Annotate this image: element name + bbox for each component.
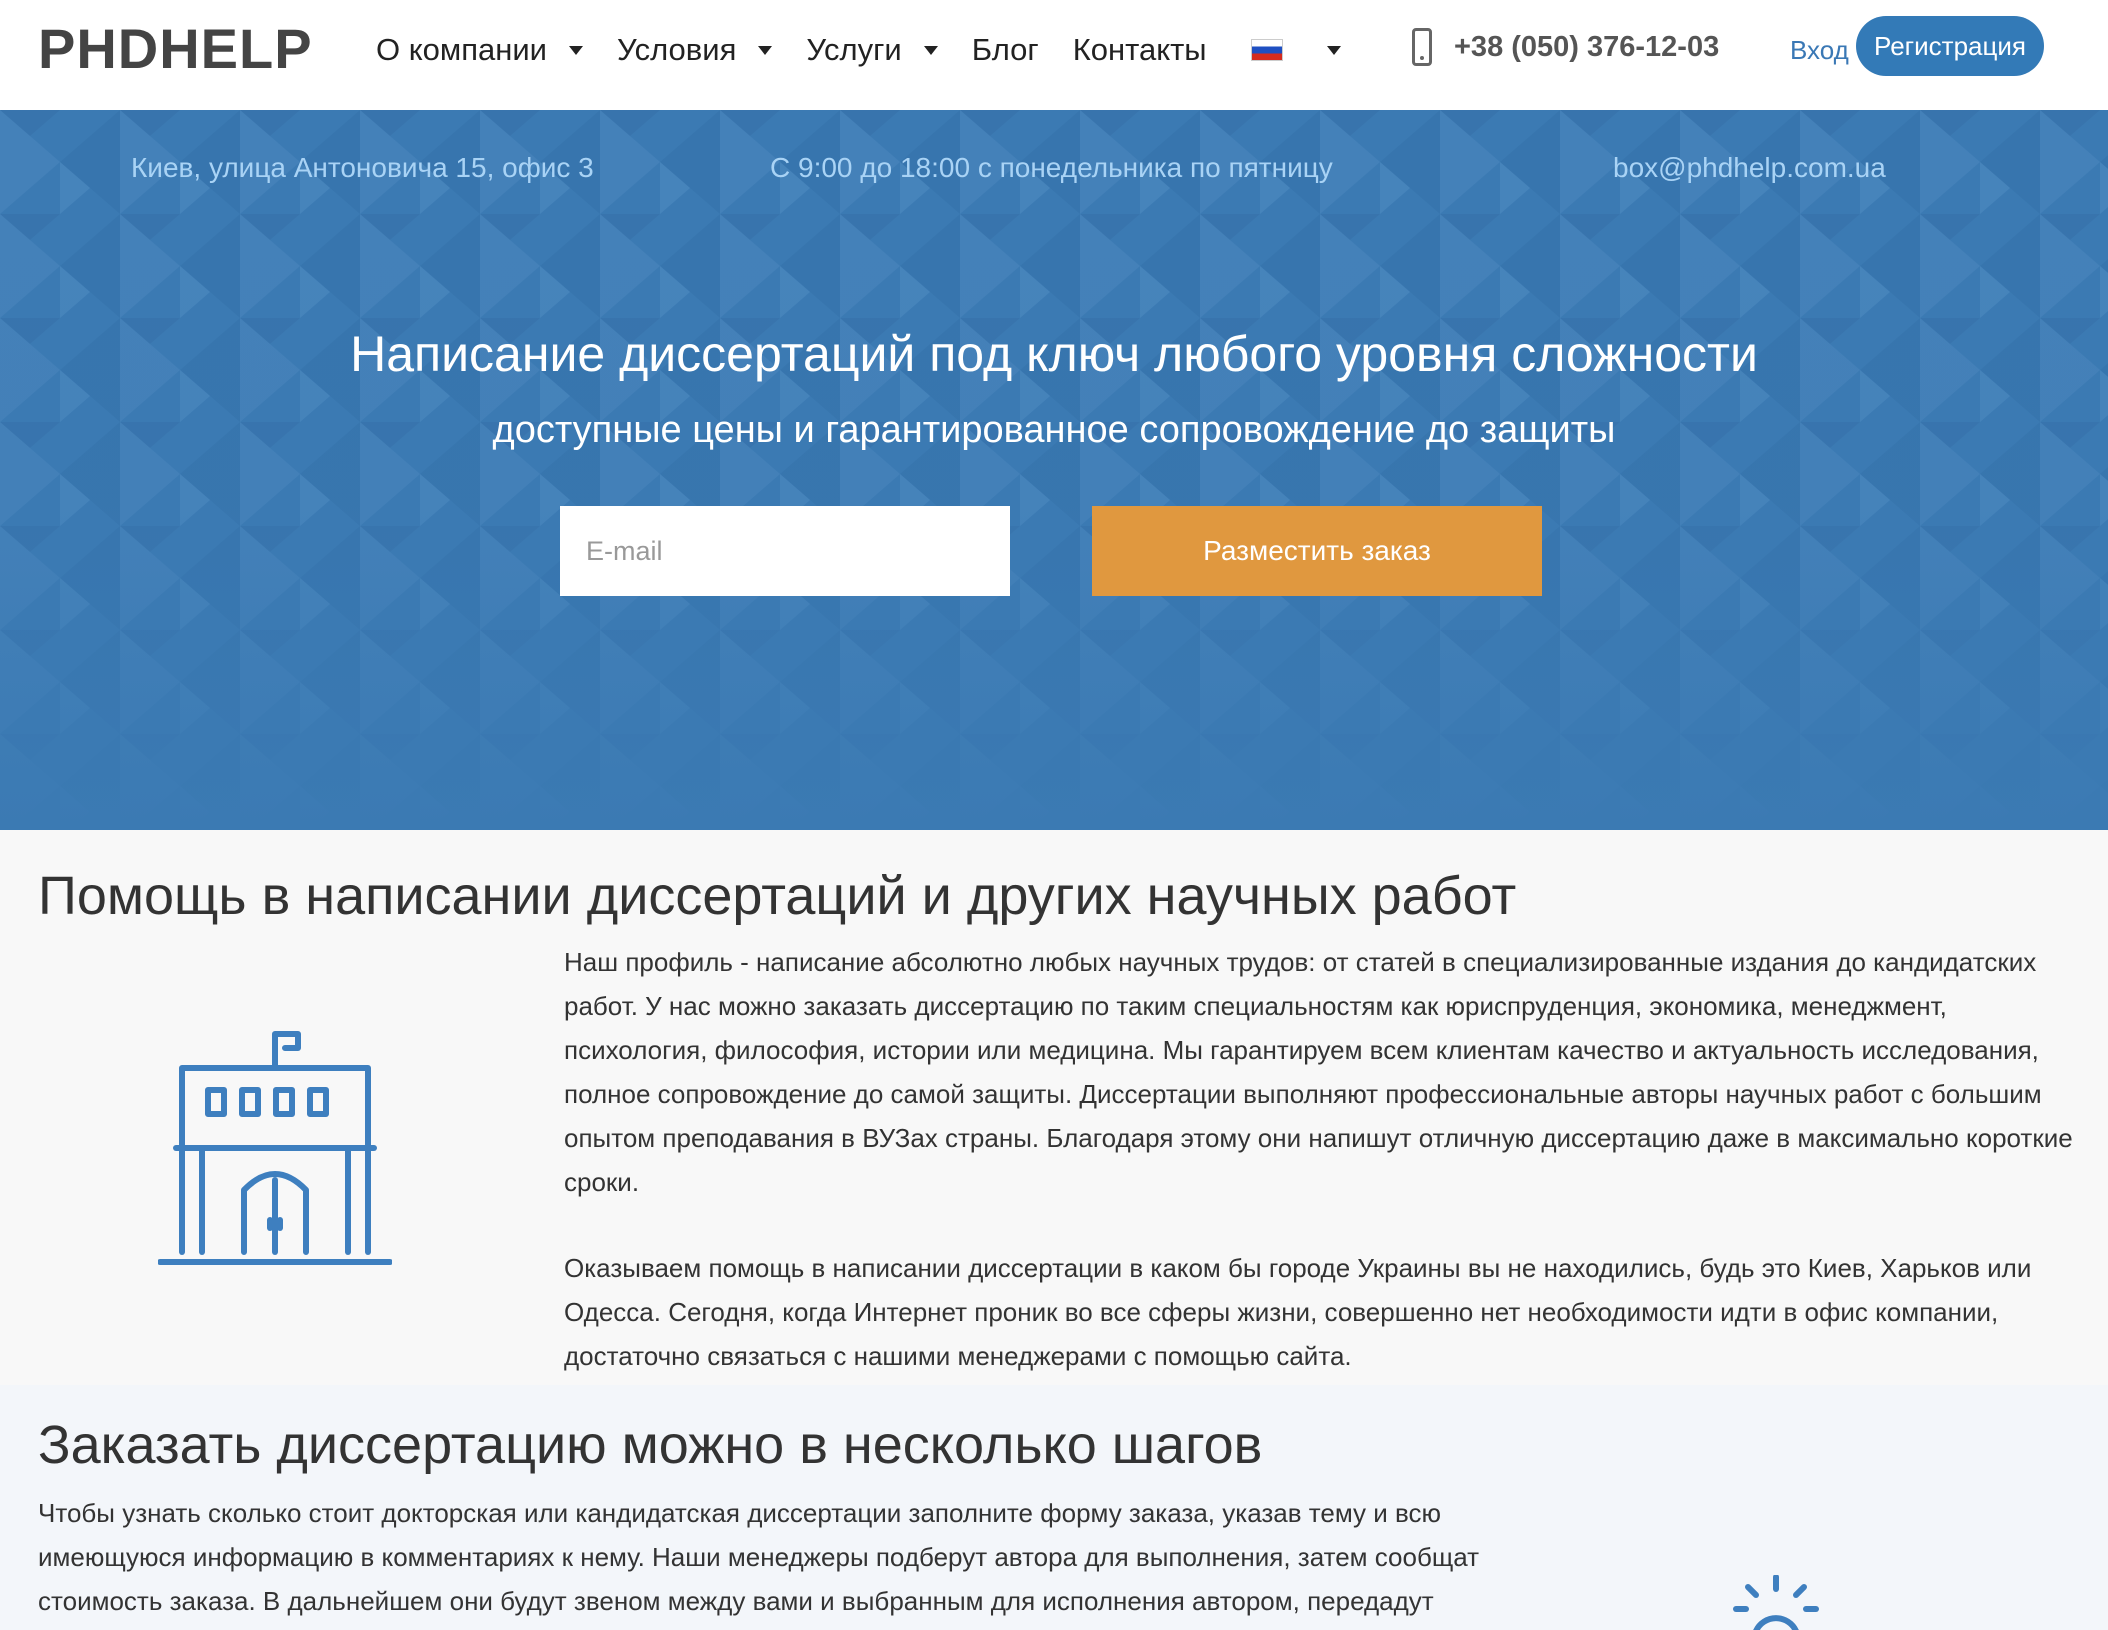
- hero-title: Написание диссертаций под ключ любого ур…: [350, 326, 1758, 382]
- section-heading: Заказать диссертацию можно в несколько ш…: [38, 1415, 1263, 1475]
- steps-paragraph: Чтобы узнать сколько стоит докторская ил…: [38, 1498, 1480, 1616]
- hero-banner: Киев, улица Антоновича 15, офис 3 С 9:00…: [0, 110, 2108, 830]
- nav-item-contacts[interactable]: Контакты: [1073, 30, 1207, 70]
- nav-item-services[interactable]: Услуги: [806, 30, 938, 70]
- nav-item-blog[interactable]: Блог: [972, 30, 1039, 70]
- triangle-pattern-background: [0, 110, 2108, 830]
- caret-down-icon: [923, 45, 938, 55]
- site-header: PHDHELP О компании Условия Услуги Блог К…: [0, 0, 2108, 110]
- header-phone[interactable]: +38 (050) 376-12-03: [1412, 24, 1719, 70]
- nav-item-label: О компании: [376, 32, 547, 67]
- about-text: Наш профиль - написание абсолютно любых …: [564, 940, 2084, 1378]
- language-selector[interactable]: [1247, 39, 1341, 61]
- about-paragraph: Наш профиль - написание абсолютно любых …: [564, 947, 2073, 1197]
- mobile-phone-icon: [1412, 28, 1432, 66]
- register-button[interactable]: Регистрация: [1856, 16, 2044, 76]
- order-steps-section: Заказать диссертацию можно в несколько ш…: [0, 1385, 2108, 1630]
- nav-item-label: Блог: [971, 32, 1039, 67]
- lightbulb-icon: [1733, 1575, 1819, 1630]
- university-building-icon: [158, 1031, 392, 1265]
- office-address: Киев, улица Антоновича 15, офис 3: [131, 152, 594, 183]
- main-nav: О компании Условия Услуги Блог Контакты: [376, 30, 1375, 70]
- caret-down-icon: [568, 45, 583, 55]
- about-paragraph: Оказываем помощь в написании диссертации…: [564, 1253, 2032, 1371]
- nav-item-label: Услуги: [806, 32, 902, 67]
- nav-item-label: Контакты: [1072, 32, 1207, 67]
- russian-flag-icon: [1250, 39, 1283, 61]
- caret-down-icon: [1326, 45, 1341, 55]
- nav-item-terms[interactable]: Условия: [616, 30, 773, 70]
- nav-item-company[interactable]: О компании: [376, 30, 583, 70]
- phone-number: +38 (050) 376-12-03: [1454, 30, 1720, 63]
- section-heading: Помощь в написании диссертаций и других …: [38, 866, 1517, 926]
- login-link[interactable]: Вход: [1790, 32, 1849, 68]
- site-logo[interactable]: PHDHELP: [38, 18, 313, 80]
- contact-email[interactable]: box@phdhelp.com.ua: [1613, 150, 1886, 186]
- steps-text: Чтобы узнать сколько стоит докторская ил…: [38, 1491, 1578, 1623]
- working-hours: С 9:00 до 18:00 с понедельника по пятниц…: [770, 152, 1333, 183]
- about-section: Помощь в написании диссертаций и других …: [0, 830, 2108, 1385]
- email-field[interactable]: [560, 506, 1010, 596]
- hero-subtitle: доступные цены и гарантированное сопрово…: [492, 409, 1616, 451]
- caret-down-icon: [758, 45, 773, 55]
- nav-item-label: Условия: [616, 32, 737, 67]
- place-order-button[interactable]: Разместить заказ: [1092, 506, 1542, 596]
